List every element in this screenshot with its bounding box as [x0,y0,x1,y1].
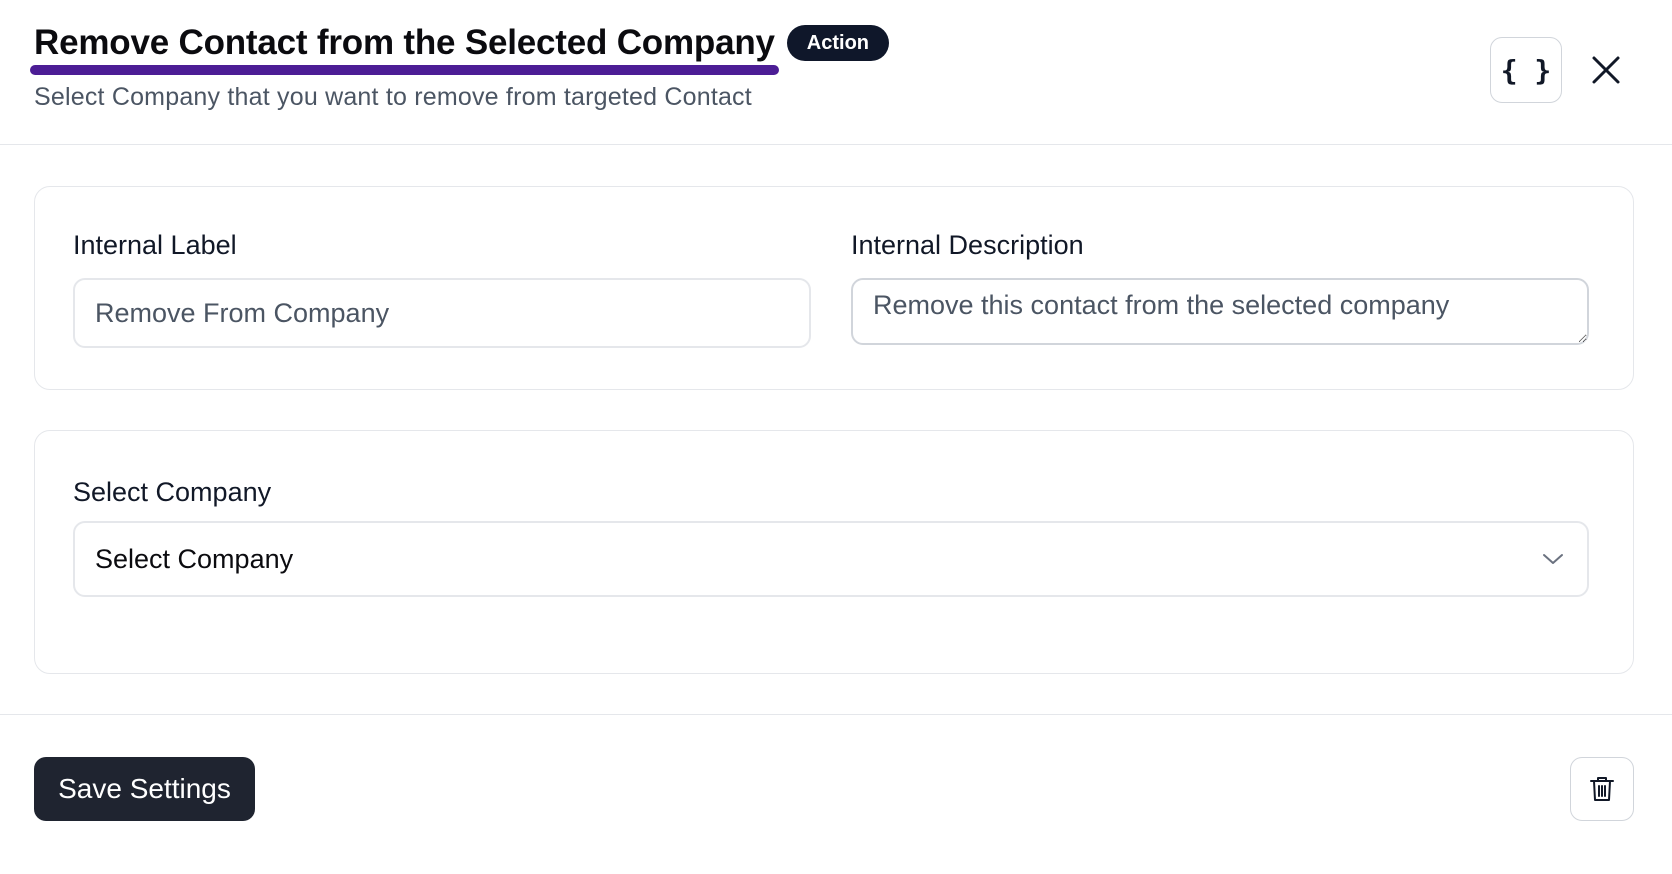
panel-footer: Save Settings [0,714,1672,874]
panel-title-text: Remove Contact from the Selected Company [34,23,775,62]
label-description-card: Internal Label Internal Description Remo… [34,186,1634,390]
internal-description-label: Internal Description [851,230,1084,260]
code-button[interactable]: { } [1490,37,1562,103]
close-button[interactable] [1586,50,1626,90]
code-braces-icon: { } [1500,53,1552,87]
select-company-label: Select Company [73,477,272,507]
title-underline [30,65,779,75]
save-settings-button[interactable]: Save Settings [34,757,255,821]
title-row: Remove Contact from the Selected Company… [30,22,889,75]
delete-button[interactable] [1570,757,1634,821]
company-card: Select Company Select Company [34,430,1634,674]
panel-title: Remove Contact from the Selected Company [30,22,779,75]
close-icon [1592,56,1620,84]
internal-description-textarea[interactable]: Remove this contact from the selected co… [851,278,1589,345]
panel-header: Remove Contact from the Selected Company… [0,0,1672,145]
internal-label-label: Internal Label [73,230,237,260]
panel-subtitle: Select Company that you want to remove f… [34,83,752,111]
chevron-down-icon [1539,545,1567,573]
internal-label-input[interactable] [73,278,811,348]
action-settings-panel: Remove Contact from the Selected Company… [0,0,1672,874]
trash-icon [1590,777,1614,801]
company-select[interactable]: Select Company [73,521,1589,597]
action-badge: Action [786,25,889,61]
company-select-value: Select Company [95,543,294,574]
